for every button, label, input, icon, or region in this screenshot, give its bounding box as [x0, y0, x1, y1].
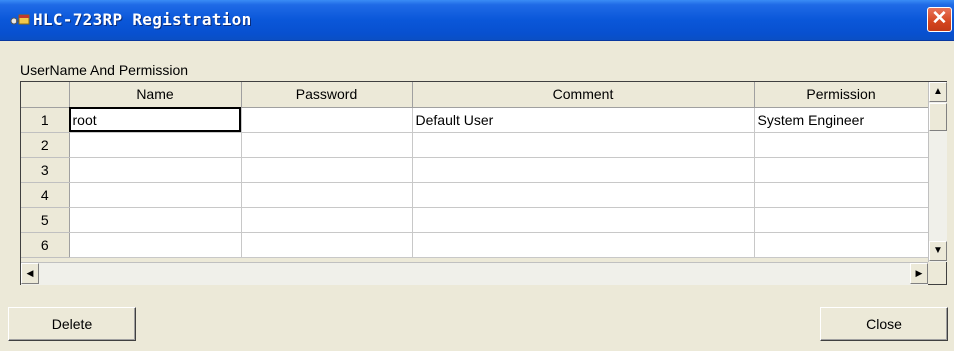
cell-comment[interactable]: [412, 132, 755, 158]
registration-window: HLC-723RP Registration ✕ UserName And Pe…: [0, 0, 954, 351]
scroll-up-icon[interactable]: ▲: [929, 82, 947, 102]
cell-password[interactable]: [241, 182, 413, 208]
scroll-down-glyph: ▼: [933, 245, 943, 256]
row-header[interactable]: 1: [21, 107, 70, 133]
table-row: 4: [21, 182, 929, 208]
cell-name[interactable]: [69, 207, 242, 233]
cell-password[interactable]: [241, 232, 413, 258]
cell-comment[interactable]: [412, 182, 755, 208]
cell-permission[interactable]: System Engineer: [754, 107, 929, 133]
table-row: 5: [21, 207, 929, 233]
cell-password[interactable]: [241, 107, 413, 133]
row-header[interactable]: 2: [21, 132, 70, 158]
cell-permission[interactable]: [754, 232, 929, 258]
cell-permission[interactable]: [754, 207, 929, 233]
cell-comment[interactable]: Default User: [412, 107, 755, 133]
table-row: 6: [21, 232, 929, 258]
cell-permission[interactable]: [754, 182, 929, 208]
vertical-scroll-thumb[interactable]: [929, 103, 947, 131]
row-header[interactable]: 4: [21, 182, 70, 208]
close-icon[interactable]: ✕: [927, 7, 952, 32]
column-header-comment[interactable]: Comment: [412, 82, 755, 108]
table-row: 2: [21, 132, 929, 158]
close-glyph: ✕: [931, 8, 948, 29]
cell-comment[interactable]: [412, 157, 755, 183]
cell-name[interactable]: [69, 157, 242, 183]
scrollbar-corner: [928, 262, 946, 284]
cell-permission[interactable]: [754, 157, 929, 183]
scroll-left-glyph: ◀: [26, 268, 34, 278]
user-grid[interactable]: Name Password Comment Permission 1 root …: [20, 81, 947, 285]
cell-password[interactable]: [241, 207, 413, 233]
row-header[interactable]: 3: [21, 157, 70, 183]
scroll-down-icon[interactable]: ▼: [929, 241, 947, 261]
cell-name[interactable]: [69, 182, 242, 208]
scroll-right-icon[interactable]: ▶: [910, 263, 928, 284]
cell-name[interactable]: [69, 232, 242, 258]
horizontal-scrollbar[interactable]: ◀ ▶: [21, 262, 928, 285]
cell-name[interactable]: root: [69, 107, 242, 133]
column-header-name[interactable]: Name: [69, 82, 242, 108]
app-icon: [10, 14, 30, 25]
scroll-up-glyph: ▲: [933, 86, 943, 97]
vertical-scrollbar[interactable]: ▲ ▼: [928, 82, 947, 262]
cell-comment[interactable]: [412, 232, 755, 258]
header-row: Name Password Comment Permission: [21, 82, 929, 108]
cell-comment[interactable]: [412, 207, 755, 233]
corner-header: [21, 82, 70, 108]
cell-password[interactable]: [241, 132, 413, 158]
table-row: 3: [21, 157, 929, 183]
cell-password[interactable]: [241, 157, 413, 183]
user-table: Name Password Comment Permission 1 root …: [21, 82, 929, 258]
cell-permission[interactable]: [754, 132, 929, 158]
title-bar[interactable]: HLC-723RP Registration ✕: [0, 0, 954, 41]
row-header[interactable]: 5: [21, 207, 70, 233]
table-row: 1 root Default User System Engineer: [21, 107, 929, 133]
window-title: HLC-723RP Registration: [33, 10, 252, 29]
column-header-password[interactable]: Password: [241, 82, 413, 108]
row-header[interactable]: 6: [21, 232, 70, 258]
delete-button[interactable]: Delete: [8, 307, 136, 341]
cell-name[interactable]: [69, 132, 242, 158]
scroll-left-icon[interactable]: ◀: [21, 263, 39, 284]
scroll-right-glyph: ▶: [915, 268, 923, 278]
close-button[interactable]: Close: [820, 307, 948, 341]
group-label: UserName And Permission: [20, 62, 189, 78]
column-header-permission[interactable]: Permission: [754, 82, 929, 108]
